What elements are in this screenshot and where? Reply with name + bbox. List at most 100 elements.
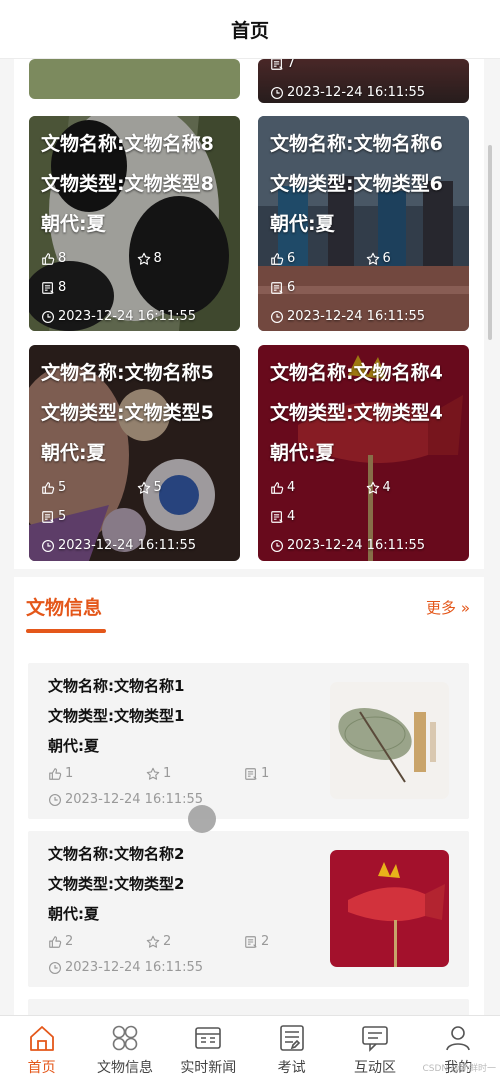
card-stats-row: 5 5: [41, 473, 232, 502]
comment-count: 6: [287, 280, 296, 295]
like-icon[interactable]: [41, 481, 55, 495]
card-stats-row: 4 4: [270, 473, 461, 502]
comment-icon: [244, 935, 258, 949]
card-partial-right[interactable]: 7 2023-12-24 16:11:55: [258, 59, 469, 103]
like-icon[interactable]: [48, 935, 62, 949]
exam-icon: [277, 1023, 307, 1053]
like-icon[interactable]: [41, 252, 55, 266]
tab-label: 考试: [277, 1060, 306, 1076]
fav-count: 2: [163, 934, 172, 949]
like-count: 6: [287, 251, 296, 266]
item-name: 文物名称:文物名称1: [48, 677, 185, 695]
card-name: 文物名称:文物名称5: [41, 362, 214, 384]
like-count: 5: [58, 480, 67, 495]
item-dynasty: 朝代:夏: [48, 737, 99, 755]
item-dynasty: 朝代:夏: [48, 905, 99, 923]
umbrella-image: [330, 682, 449, 799]
fav-count: 6: [382, 251, 391, 266]
scrollbar-thumb[interactable]: [488, 145, 492, 340]
card-stats-row: 6 6: [270, 244, 461, 273]
card-name: 文物名称:文物名称6: [270, 133, 443, 155]
artifact-list: 文物名称:文物名称1 文物类型:文物类型1 朝代:夏 1 1 1 2023-12…: [14, 647, 484, 1015]
card-dynasty: 朝代:夏: [270, 442, 335, 464]
item-name: 文物名称:文物名称2: [48, 845, 185, 863]
like-count: 8: [58, 251, 67, 266]
grid-icon: [110, 1023, 140, 1053]
clock-icon: [270, 86, 284, 100]
card-name: 文物名称:文物名称8: [41, 133, 214, 155]
card-time-row: 2023-12-24 16:11:55: [270, 531, 461, 560]
item-type: 文物类型:文物类型2: [48, 875, 185, 893]
tab-forum[interactable]: 互动区: [333, 1016, 416, 1080]
list-item[interactable]: 文物名称:文物名称1 文物类型:文物类型1 朝代:夏 1 1 1 2023-12…: [28, 663, 469, 819]
card-dynasty: 朝代:夏: [270, 213, 335, 235]
card-comment-row: 4: [270, 502, 461, 531]
artifact-card[interactable]: 文物名称:文物名称8 文物类型:文物类型8 朝代:夏 8 8 8 2023-12…: [29, 116, 240, 331]
comment-icon: [270, 281, 284, 295]
like-icon[interactable]: [48, 767, 62, 781]
tab-artifacts[interactable]: 文物信息: [83, 1016, 166, 1080]
card-time: 2023-12-24 16:11:55: [287, 309, 426, 324]
item-type: 文物类型:文物类型1: [48, 707, 185, 725]
fish-lantern-image: [330, 850, 449, 967]
card-type: 文物类型:文物类型5: [41, 402, 214, 424]
artifact-card[interactable]: 文物名称:文物名称5 文物类型:文物类型5 朝代:夏 5 5 5 2023-12…: [29, 345, 240, 561]
star-icon[interactable]: [146, 767, 160, 781]
tab-label: 首页: [27, 1060, 56, 1076]
card-partial-left[interactable]: [29, 59, 240, 99]
fav-count: 4: [382, 480, 391, 495]
like-count: 2: [65, 934, 74, 949]
star-icon[interactable]: [146, 935, 160, 949]
like-count: 4: [287, 480, 296, 495]
comment-icon: [41, 510, 55, 524]
item-time-row: 2023-12-24 16:11:55: [48, 955, 342, 981]
top-nav-bar: 首页: [0, 0, 500, 59]
star-icon[interactable]: [366, 481, 380, 495]
section-title: 文物信息: [26, 597, 103, 619]
card-time-row: 2023-12-24 16:11:55: [270, 302, 461, 331]
chat-icon: [360, 1023, 390, 1053]
user-icon: [443, 1023, 473, 1053]
list-item[interactable]: 文物名称:文物名称2 文物类型:文物类型2 朝代:夏 2 2 2 2023-12…: [28, 831, 469, 987]
card-time-row: 2023-12-24 16:11:55: [270, 78, 461, 103]
list-item-partial[interactable]: [28, 999, 469, 1015]
fav-count: 5: [153, 480, 162, 495]
item-time: 2023-12-24 16:11:55: [65, 960, 204, 975]
tab-label: 实时新闻: [180, 1060, 237, 1076]
card-meta-row: 7: [270, 59, 461, 78]
card-type: 文物类型:文物类型8: [41, 173, 214, 195]
clock-icon: [48, 961, 62, 975]
more-link[interactable]: 更多 »: [426, 597, 470, 618]
comment-count: 4: [287, 509, 296, 524]
tab-news[interactable]: 实时新闻: [167, 1016, 250, 1080]
clock-icon: [41, 539, 55, 553]
tab-label: 文物信息: [96, 1060, 153, 1076]
card-dynasty: 朝代:夏: [41, 213, 106, 235]
artifact-card[interactable]: 文物名称:文物名称6 文物类型:文物类型6 朝代:夏 6 6 6 2023-12…: [258, 116, 469, 331]
clock-icon: [41, 310, 55, 324]
news-icon: [193, 1023, 223, 1053]
card-time: 2023-12-24 16:11:55: [287, 85, 426, 100]
card-type: 文物类型:文物类型6: [270, 173, 443, 195]
comment-count: 2: [261, 934, 270, 949]
like-count: 1: [65, 766, 74, 781]
like-icon[interactable]: [270, 252, 284, 266]
tab-exam[interactable]: 考试: [250, 1016, 333, 1080]
section-underline: [26, 629, 106, 633]
tab-home[interactable]: 首页: [0, 1016, 83, 1080]
touch-indicator: [188, 805, 216, 833]
comment-icon: [244, 767, 258, 781]
card-time-row: 2023-12-24 16:11:55: [41, 302, 232, 331]
page-title: 首页: [230, 19, 269, 42]
card-comment-row: 8: [41, 273, 232, 302]
like-icon[interactable]: [270, 481, 284, 495]
star-icon[interactable]: [366, 252, 380, 266]
artifact-card[interactable]: 文物名称:文物名称4 文物类型:文物类型4 朝代:夏 4 4 4 2023-12…: [258, 345, 469, 561]
item-stats-row: 1 1 1: [48, 761, 342, 787]
card-dynasty: 朝代:夏: [41, 442, 106, 464]
star-icon[interactable]: [137, 481, 151, 495]
main-scroll-area[interactable]: 7 2023-12-24 16:11:55 文物名称:文物名称8 文物类型:文物…: [0, 59, 500, 1015]
card-time-row: 2023-12-24 16:11:55: [41, 531, 232, 560]
item-stats-row: 2 2 2: [48, 929, 342, 955]
star-icon[interactable]: [137, 252, 151, 266]
